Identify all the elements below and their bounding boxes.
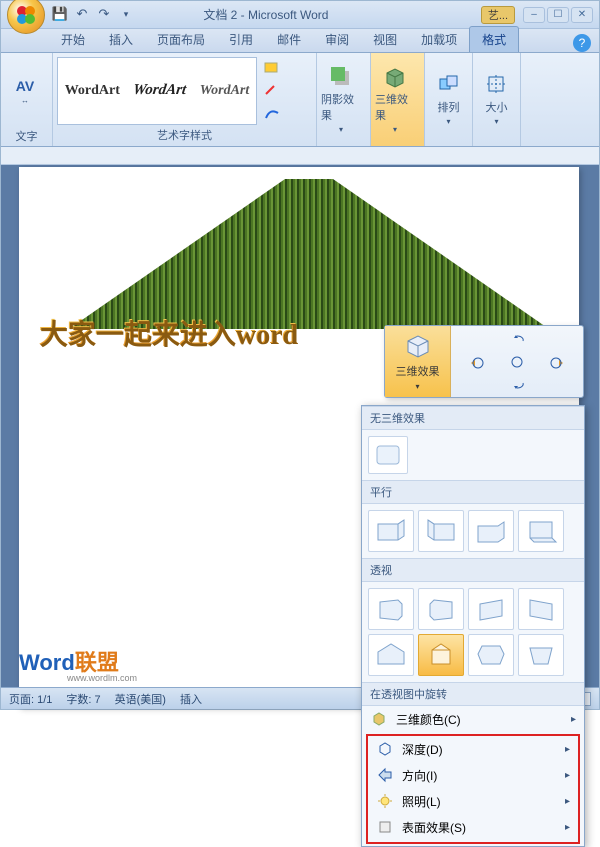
wordart-style-1[interactable]: WordArt bbox=[65, 83, 120, 99]
size-button[interactable]: 大小▾ bbox=[477, 64, 516, 136]
text-group-label: 文字 bbox=[5, 127, 48, 145]
minimize-button[interactable]: – bbox=[523, 7, 545, 23]
lighting-icon bbox=[376, 792, 394, 810]
arrange-icon bbox=[437, 73, 461, 97]
tilt-left-button[interactable] bbox=[463, 352, 489, 372]
tab-references[interactable]: 引用 bbox=[217, 27, 265, 52]
wordart-style-2[interactable]: WordArt bbox=[132, 82, 187, 99]
3d-effects-gallery: 无三维效果 平行 透视 在透视图中旋转 三维颜色(C) ▸ bbox=[361, 405, 585, 847]
status-page[interactable]: 页面: 1/1 bbox=[9, 691, 52, 707]
qat-more-icon[interactable]: ▾ bbox=[117, 5, 135, 23]
menu-surface[interactable]: 表面效果(S) ▸ bbox=[368, 814, 578, 840]
horizontal-ruler[interactable] bbox=[1, 147, 599, 165]
submenu-arrow-icon: ▸ bbox=[565, 796, 570, 807]
window-controls: – ☐ ✕ bbox=[523, 7, 593, 23]
preset-perspective-5[interactable] bbox=[368, 634, 414, 676]
shape-outline-button[interactable] bbox=[261, 81, 285, 101]
preset-perspective-1[interactable] bbox=[368, 588, 414, 630]
tab-format[interactable]: 格式 bbox=[469, 26, 519, 52]
wordart-group-label: 艺术字样式 bbox=[57, 126, 312, 144]
tilt-reset-button[interactable] bbox=[504, 352, 530, 372]
office-logo-icon bbox=[14, 3, 38, 27]
menu-depth[interactable]: 深度(D) ▸ bbox=[368, 736, 578, 762]
save-icon[interactable]: 💾 bbox=[51, 5, 69, 23]
menu-lighting[interactable]: 照明(L) ▸ bbox=[368, 788, 578, 814]
wordart-object[interactable]: 大家一起来进入word bbox=[39, 312, 297, 352]
preset-perspective-6-selected[interactable] bbox=[418, 634, 464, 676]
preset-parallel-4[interactable] bbox=[518, 510, 564, 552]
shape-fill-button[interactable] bbox=[261, 59, 285, 79]
preset-perspective-2[interactable] bbox=[418, 588, 464, 630]
preset-no-3d[interactable] bbox=[368, 436, 408, 474]
tab-layout[interactable]: 页面布局 bbox=[145, 27, 217, 52]
preset-perspective-7[interactable] bbox=[468, 634, 514, 676]
preset-parallel-1[interactable] bbox=[368, 510, 414, 552]
cube-icon bbox=[404, 332, 432, 360]
3d-tilt-controls bbox=[451, 326, 583, 397]
highlighted-menu-group: 深度(D) ▸ 方向(I) ▸ 照明(L) ▸ 表面效果(S) ▸ bbox=[366, 734, 580, 844]
3d-effects-button[interactable]: 三维效果▾ bbox=[375, 64, 415, 136]
preset-perspective-3[interactable] bbox=[468, 588, 514, 630]
close-button[interactable]: ✕ bbox=[571, 7, 593, 23]
tab-view[interactable]: 视图 bbox=[361, 27, 409, 52]
tab-mailings[interactable]: 邮件 bbox=[265, 27, 313, 52]
title-bar: 💾 ↶ ↷ ▾ 文档 2 - Microsoft Word 艺... – ☐ ✕ bbox=[1, 1, 599, 29]
depth-icon bbox=[376, 740, 394, 758]
section-perspective: 透视 bbox=[362, 558, 584, 582]
cube-icon bbox=[383, 65, 407, 89]
size-icon bbox=[485, 73, 509, 97]
submenu-arrow-icon: ▸ bbox=[565, 770, 570, 781]
tab-addins[interactable]: 加载项 bbox=[409, 27, 469, 52]
redo-icon[interactable]: ↷ bbox=[95, 5, 113, 23]
status-insert-mode[interactable]: 插入 bbox=[180, 691, 202, 707]
section-rotate: 在透视图中旋转 bbox=[362, 682, 584, 706]
tilt-right-button[interactable] bbox=[545, 352, 571, 372]
spacing-icon: AV bbox=[16, 78, 34, 94]
menu-direction[interactable]: 方向(I) ▸ bbox=[368, 762, 578, 788]
submenu-arrow-icon: ▸ bbox=[571, 714, 576, 725]
restore-button[interactable]: ☐ bbox=[547, 7, 569, 23]
quick-access-toolbar: 💾 ↶ ↷ ▾ bbox=[51, 5, 135, 23]
watermark-logo: Word联盟 www.wordlm.com bbox=[19, 645, 137, 683]
undo-icon[interactable]: ↶ bbox=[73, 5, 91, 23]
status-language[interactable]: 英语(美国) bbox=[115, 691, 166, 707]
color-icon bbox=[370, 710, 388, 728]
change-shape-button[interactable] bbox=[261, 103, 285, 123]
submenu-arrow-icon: ▸ bbox=[565, 744, 570, 755]
tilt-up-button[interactable] bbox=[504, 331, 530, 351]
tab-insert[interactable]: 插入 bbox=[97, 27, 145, 52]
wordart-3d-extrusion bbox=[69, 179, 549, 329]
section-no-3d: 无三维效果 bbox=[362, 406, 584, 430]
office-button[interactable] bbox=[7, 0, 45, 34]
preset-parallel-3[interactable] bbox=[468, 510, 514, 552]
arrange-button[interactable]: 排列▾ bbox=[429, 64, 468, 136]
preset-perspective-4[interactable] bbox=[518, 588, 564, 630]
spacing-button[interactable]: AV ↔ bbox=[5, 55, 45, 127]
wordart-style-3[interactable]: WordArt bbox=[200, 83, 250, 99]
preset-parallel-2[interactable] bbox=[418, 510, 464, 552]
help-button[interactable]: ? bbox=[573, 34, 591, 52]
tab-home[interactable]: 开始 bbox=[49, 27, 97, 52]
tab-review[interactable]: 审阅 bbox=[313, 27, 361, 52]
shadow-effects-button[interactable]: 阴影效果▾ bbox=[321, 64, 361, 136]
status-wordcount[interactable]: 字数: 7 bbox=[66, 691, 100, 707]
ribbon: AV ↔ 文字 WordArt WordArt WordArt 艺术字样式 阴影… bbox=[1, 53, 599, 147]
contextual-tab-chip[interactable]: 艺... bbox=[481, 6, 515, 24]
document-area: 大家一起来进入word 三维效果 ▾ 无三维效果 平行 bbox=[1, 165, 599, 709]
3d-mini-toolbar: 三维效果 ▾ bbox=[384, 325, 584, 398]
preset-perspective-8[interactable] bbox=[518, 634, 564, 676]
shadow-icon bbox=[329, 65, 353, 89]
3d-effects-split-button[interactable]: 三维效果 ▾ bbox=[385, 326, 451, 397]
surface-icon bbox=[376, 818, 394, 836]
tilt-down-button[interactable] bbox=[504, 373, 530, 393]
ribbon-tabs: 开始 插入 页面布局 引用 邮件 审阅 视图 加载项 格式 ? bbox=[1, 29, 599, 53]
submenu-arrow-icon: ▸ bbox=[565, 822, 570, 833]
direction-icon bbox=[376, 766, 394, 784]
wordart-style-gallery[interactable]: WordArt WordArt WordArt bbox=[57, 57, 257, 125]
section-parallel: 平行 bbox=[362, 480, 584, 504]
